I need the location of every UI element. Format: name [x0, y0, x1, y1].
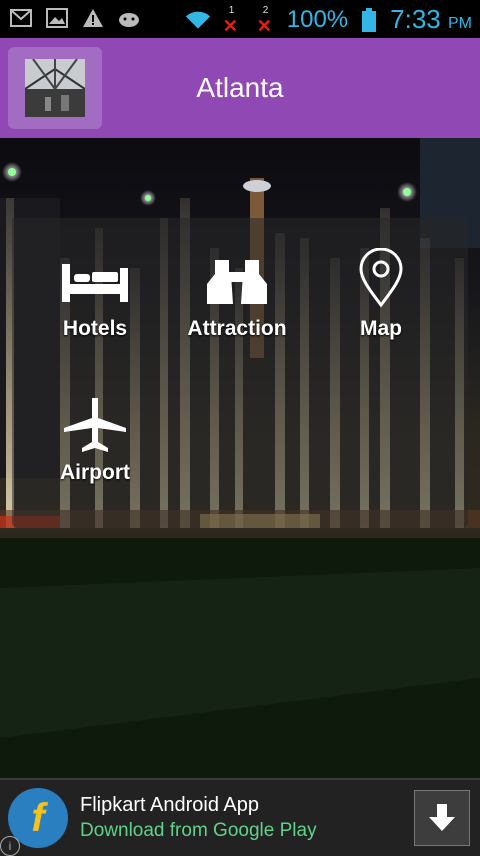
image-icon — [44, 6, 70, 30]
battery-icon — [356, 7, 382, 32]
gmail-icon — [8, 6, 34, 30]
clock-ampm: PM — [448, 15, 472, 32]
signal-x-icon: 2 ✕ — [256, 4, 272, 36]
binoculars-icon — [207, 260, 267, 304]
menu-item-attraction[interactable]: Attraction — [182, 258, 292, 341]
ad-title: Flipkart Android App — [80, 794, 259, 816]
clock-time: 7:33 — [390, 4, 441, 34]
ad-logo-letter: f — [31, 795, 45, 840]
app-header: Atlanta — [0, 38, 480, 138]
menu-item-airport[interactable]: Airport — [40, 398, 150, 485]
warning-icon — [80, 6, 106, 30]
ad-subtitle: Download from Google Play — [80, 820, 317, 841]
download-button[interactable] — [414, 790, 470, 846]
battery-percent: 100% — [286, 5, 349, 33]
menu-item-map[interactable]: Map — [326, 247, 436, 341]
menu-item-label: Airport — [60, 461, 130, 484]
sim1-label: 1 — [228, 4, 235, 16]
airplane-icon — [64, 398, 126, 452]
android-icon — [116, 6, 142, 30]
download-arrow-icon — [429, 804, 455, 831]
menu-item-label: Attraction — [187, 317, 287, 340]
menu-item-hotels[interactable]: Hotels — [40, 258, 150, 341]
status-bar: 1 ✕ 2 ✕ 100% 7:33 PM — [0, 0, 480, 38]
bed-icon — [62, 264, 128, 302]
signal-x-icon: 1 ✕ — [222, 4, 238, 36]
map-pin-icon — [359, 247, 403, 308]
airport-terminal-icon — [25, 59, 85, 117]
app-logo-button[interactable] — [8, 47, 102, 129]
background-photo: Hotels Attraction Map Airport — [0, 138, 480, 778]
clock: 7:33 PM — [390, 4, 472, 35]
menu-panel: Hotels Attraction Map Airport — [12, 218, 468, 528]
menu-item-label: Hotels — [62, 317, 128, 340]
wifi-icon — [185, 8, 211, 32]
menu-item-label: Map — [360, 317, 402, 340]
ad-banner[interactable]: f Flipkart Android App Download from Goo… — [0, 778, 480, 856]
ad-info-icon[interactable]: i — [0, 836, 20, 856]
sim2-label: 2 — [262, 4, 269, 16]
